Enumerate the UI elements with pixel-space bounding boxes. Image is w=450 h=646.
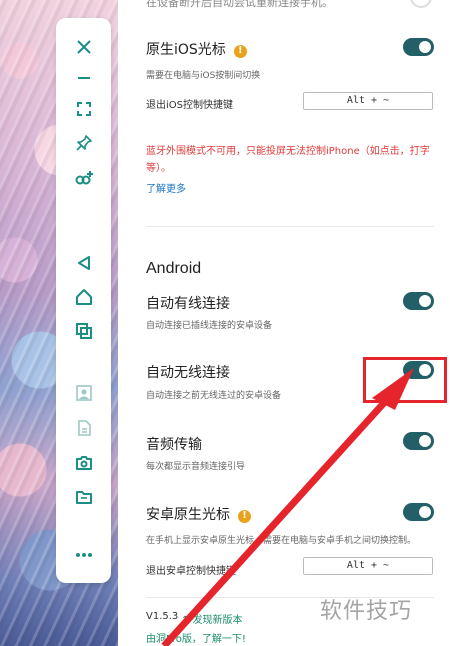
audio-transfer-title: 音频传输 bbox=[146, 437, 202, 453]
version-label: V1.5.3 bbox=[146, 611, 179, 622]
warning-icon[interactable]: ! bbox=[238, 509, 251, 523]
truncated-description: 在设备断开后自动尝试重新连接手机。 bbox=[146, 0, 333, 9]
folder-button[interactable] bbox=[56, 482, 111, 512]
bluetooth-warning-text: 蓝牙外围模式不可用，只能投屏无法控制iPhone（如点击，打字等）。 bbox=[146, 146, 430, 174]
fullscreen-button[interactable] bbox=[56, 94, 111, 124]
android-native-cursor-desc: 在手机上显示安卓原生光标，需要在电脑与安卓手机之间切换控制。 bbox=[146, 536, 417, 546]
learn-more-link[interactable]: 了解更多 bbox=[146, 180, 186, 195]
fullscreen-icon bbox=[76, 102, 91, 116]
ios-hotkey-input[interactable]: Alt + ~ bbox=[303, 92, 433, 110]
pin-button[interactable] bbox=[56, 128, 111, 158]
minimize-icon bbox=[77, 77, 90, 79]
android-hotkey-input[interactable]: Alt + ~ bbox=[303, 557, 433, 575]
document-icon bbox=[77, 420, 91, 436]
connect-add-icon bbox=[75, 171, 93, 185]
ios-native-cursor-label: 原生iOS光标 bbox=[146, 42, 226, 58]
side-toolbar bbox=[56, 18, 111, 583]
close-icon bbox=[76, 40, 91, 54]
audio-transfer-desc: 每次都显示音频连接引导 bbox=[146, 462, 246, 472]
home-icon bbox=[75, 289, 92, 305]
home-button[interactable] bbox=[56, 282, 111, 312]
ios-native-cursor-title: 原生iOS光标! bbox=[146, 39, 247, 59]
screenshot-button[interactable] bbox=[56, 378, 111, 408]
auto-wireless-title: 自动无线连接 bbox=[146, 365, 230, 381]
document-button[interactable] bbox=[56, 413, 111, 443]
promo-link[interactable]: 由洞Pro版，了解一下! bbox=[146, 630, 246, 645]
warning-icon[interactable]: ! bbox=[233, 44, 247, 58]
android-section-title: Android bbox=[146, 260, 202, 277]
divider bbox=[146, 226, 434, 227]
ios-native-cursor-desc: 需要在电脑与iOS按制间切换 bbox=[146, 71, 261, 81]
back-icon bbox=[77, 256, 90, 270]
back-button[interactable] bbox=[56, 248, 111, 278]
update-link[interactable]: ↑ 发现新版本 bbox=[181, 611, 243, 626]
android-native-cursor-title: 安卓原生光标! bbox=[146, 504, 251, 524]
more-button[interactable] bbox=[56, 540, 111, 570]
recent-apps-icon bbox=[75, 323, 92, 339]
watermark-text: 软件技巧 bbox=[320, 599, 413, 624]
recent-apps-button[interactable] bbox=[56, 316, 111, 346]
auto-wired-desc: 自动连接已插线连接的安卓设备 bbox=[146, 321, 273, 331]
connect-add-button[interactable] bbox=[56, 163, 111, 193]
pin-icon bbox=[75, 135, 92, 151]
minimize-button[interactable] bbox=[56, 63, 111, 93]
camera-button[interactable] bbox=[56, 448, 111, 478]
highlight-annotation bbox=[363, 357, 447, 403]
auto-wired-toggle[interactable] bbox=[403, 292, 434, 310]
auto-wired-title: 自动有线连接 bbox=[146, 296, 230, 312]
more-icon bbox=[75, 553, 92, 557]
android-native-cursor-label: 安卓原生光标 bbox=[146, 507, 230, 523]
audio-transfer-toggle[interactable] bbox=[403, 432, 434, 450]
auto-wireless-desc: 自动连接之前无线连过的安卓设备 bbox=[146, 391, 282, 401]
camera-icon bbox=[75, 456, 92, 470]
folder-icon bbox=[75, 491, 92, 504]
android-native-cursor-toggle[interactable] bbox=[403, 503, 434, 521]
close-button[interactable] bbox=[56, 32, 111, 62]
android-hotkey-label: 退出安卓控制快捷键 bbox=[146, 566, 236, 577]
ios-hotkey-label: 退出iOS控制快捷键 bbox=[146, 100, 233, 111]
screenshot-icon bbox=[75, 385, 92, 401]
ios-native-cursor-toggle[interactable] bbox=[403, 38, 434, 56]
